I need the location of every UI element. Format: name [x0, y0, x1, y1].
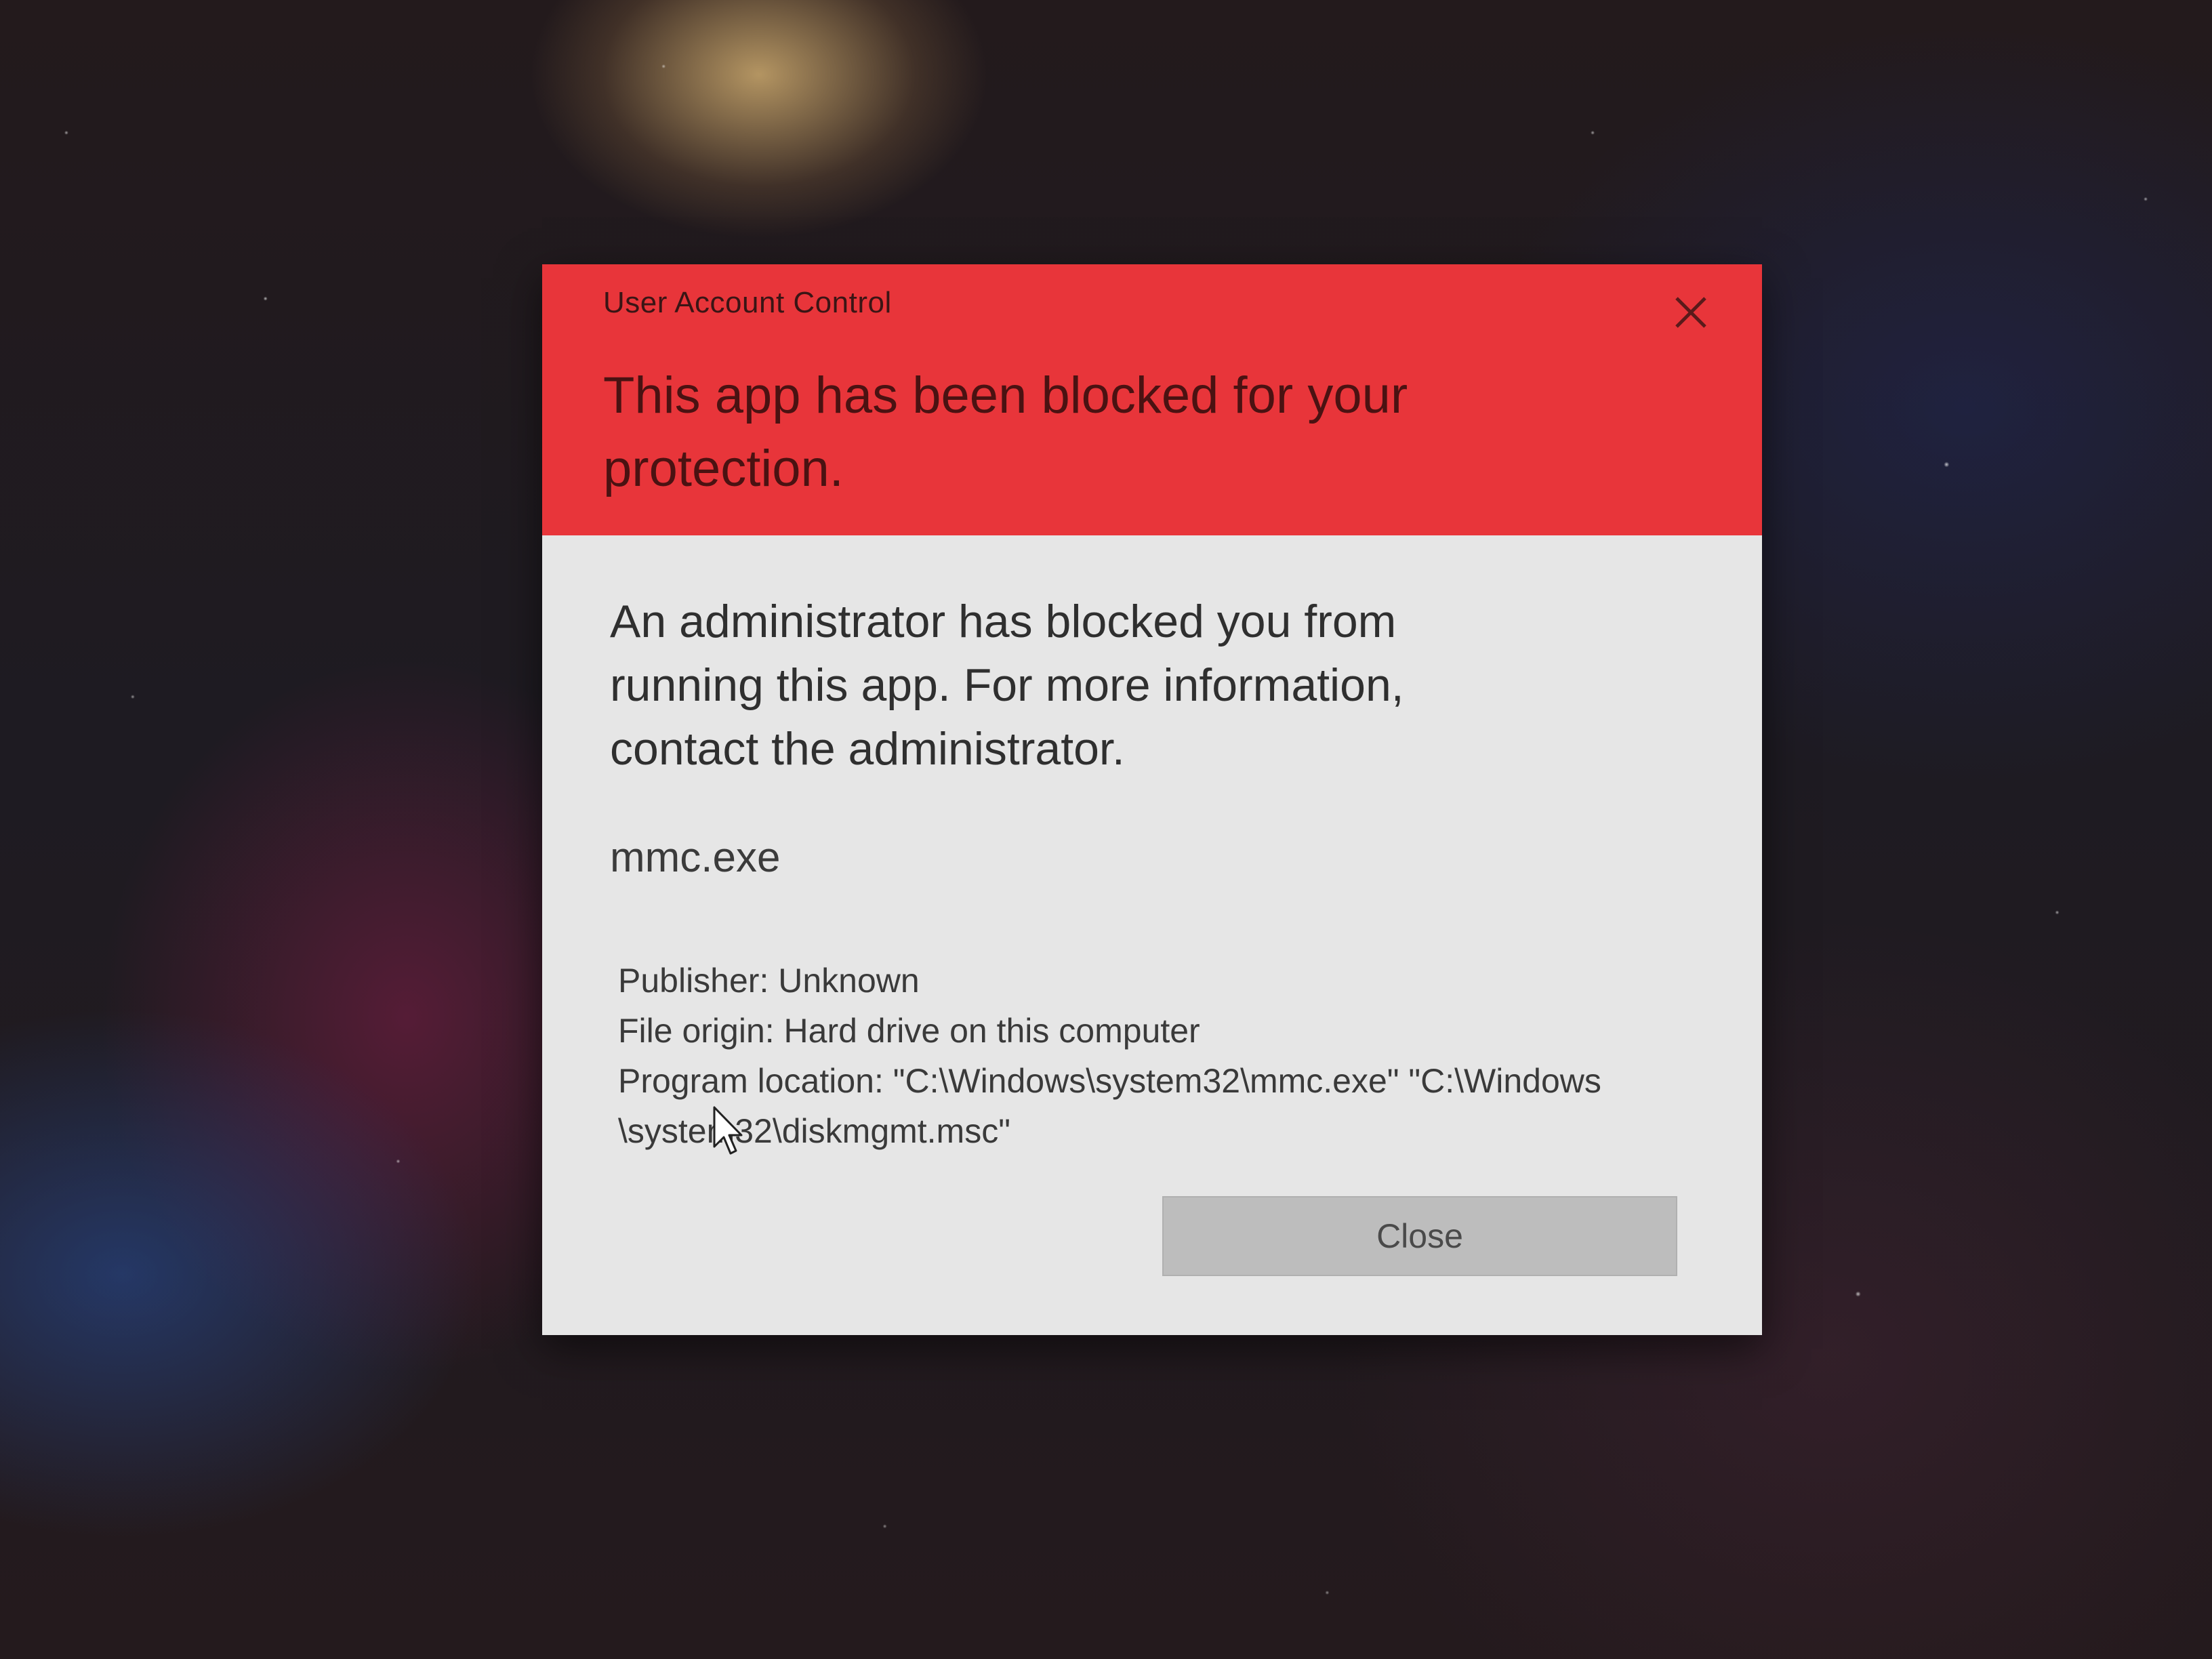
mouse-pointer-icon: [712, 1105, 745, 1159]
app-name: mmc.exe: [610, 834, 781, 881]
dialog-header: User Account Control This app has been b…: [542, 264, 1762, 535]
publisher-text: Publisher: Unknown: [618, 962, 920, 1000]
dialog-title: User Account Control: [603, 286, 892, 319]
close-icon[interactable]: [1667, 289, 1715, 336]
blocked-message: An administrator has blocked you from ru…: [610, 596, 1404, 775]
program-location-text-continued: \system32\diskmgmt.msc": [618, 1112, 1010, 1150]
close-button[interactable]: Close: [1162, 1196, 1677, 1276]
blocked-headline: This app has been blocked for your prote…: [603, 367, 1408, 497]
app-details: Publisher: Unknown File origin: Hard dri…: [618, 956, 1729, 1156]
program-location-text: Program location: "C:\Windows\system32\m…: [618, 1062, 1601, 1100]
file-origin-text: File origin: Hard drive on this computer: [618, 1012, 1200, 1050]
uac-dialog: User Account Control This app has been b…: [542, 264, 1762, 1335]
